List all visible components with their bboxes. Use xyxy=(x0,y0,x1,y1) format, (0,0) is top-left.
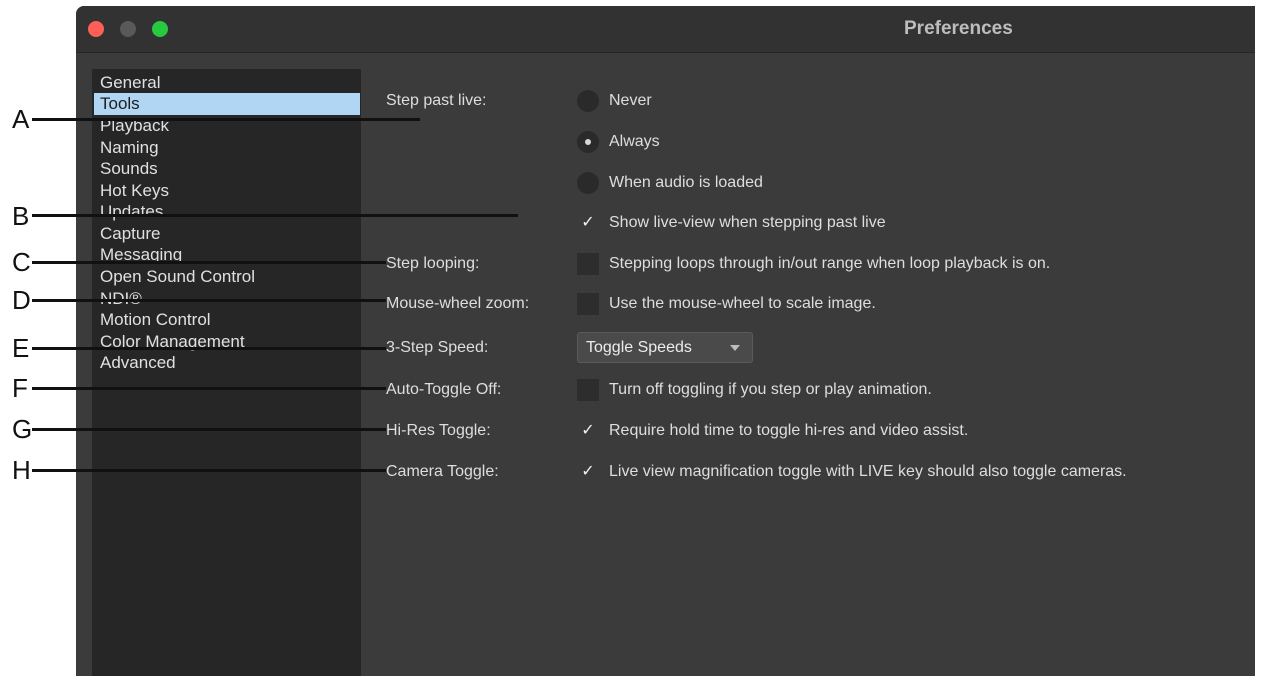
radio-always[interactable] xyxy=(577,131,599,153)
camera-toggle-label: Camera Toggle: xyxy=(386,463,499,480)
auto-toggle-off-label: Auto-Toggle Off: xyxy=(386,381,502,398)
sidebar-item-advanced[interactable]: Advanced xyxy=(94,352,360,374)
checkmark-icon: ✓ xyxy=(581,214,595,231)
preferences-window: Preferences General Tools Playback Namin… xyxy=(76,6,1255,676)
show-live-view-label: Show live-view when stepping past live xyxy=(609,214,886,231)
callout-line-a xyxy=(32,118,420,121)
callout-line-c xyxy=(32,261,386,264)
radio-always-label: Always xyxy=(609,133,660,150)
three-step-speed-value: Toggle Speeds xyxy=(586,339,692,356)
three-step-speed-label: 3-Step Speed: xyxy=(386,339,489,356)
callout-line-g xyxy=(32,428,386,431)
auto-toggle-off-text: Turn off toggling if you step or play an… xyxy=(609,381,932,398)
radio-selected-dot xyxy=(585,139,591,145)
mouse-wheel-zoom-label: Mouse-wheel zoom: xyxy=(386,295,530,312)
callout-label-c: C xyxy=(12,247,31,277)
checkmark-icon: ✓ xyxy=(581,422,595,439)
preferences-sidebar: General Tools Playback Naming Sounds Hot… xyxy=(92,69,361,676)
callout-label-h: H xyxy=(12,455,31,485)
sidebar-item-sounds[interactable]: Sounds xyxy=(94,158,360,180)
callout-line-h xyxy=(32,469,386,472)
checkmark-icon: ✓ xyxy=(581,463,595,480)
radio-when-audio-loaded[interactable] xyxy=(577,172,599,194)
auto-toggle-off-checkbox[interactable] xyxy=(577,379,599,401)
mouse-wheel-zoom-checkbox[interactable] xyxy=(577,293,599,315)
sidebar-item-hot-keys[interactable]: Hot Keys xyxy=(94,180,360,202)
callout-line-b xyxy=(32,214,518,217)
three-step-speed-dropdown[interactable]: Toggle Speeds xyxy=(577,332,753,363)
callout-label-d: D xyxy=(12,285,31,315)
chevron-down-icon xyxy=(730,345,740,351)
callout-line-e xyxy=(32,347,386,350)
show-live-view-checkbox[interactable]: ✓ xyxy=(577,212,599,234)
callout-label-f: F xyxy=(12,373,28,403)
title-bar[interactable]: Preferences xyxy=(76,6,1255,53)
radio-when-audio-loaded-label: When audio is loaded xyxy=(609,174,763,191)
step-looping-text: Stepping loops through in/out range when… xyxy=(609,255,1051,272)
hi-res-toggle-checkbox[interactable]: ✓ xyxy=(577,420,599,442)
step-looping-checkbox[interactable] xyxy=(577,253,599,275)
sidebar-item-tools[interactable]: Tools xyxy=(94,93,360,115)
hi-res-toggle-label: Hi-Res Toggle: xyxy=(386,422,491,439)
camera-toggle-text: Live view magnification toggle with LIVE… xyxy=(609,463,1127,480)
radio-never-label: Never xyxy=(609,92,652,109)
sidebar-item-updates[interactable]: Updates xyxy=(94,201,360,223)
mouse-wheel-zoom-text: Use the mouse-wheel to scale image. xyxy=(609,295,876,312)
sidebar-item-naming[interactable]: Naming xyxy=(94,137,360,159)
sidebar-item-open-sound-control[interactable]: Open Sound Control xyxy=(94,266,360,288)
sidebar-item-capture[interactable]: Capture xyxy=(94,223,360,245)
callout-label-g: G xyxy=(12,414,33,444)
step-looping-label: Step looping: xyxy=(386,255,480,272)
sidebar-item-motion-control[interactable]: Motion Control xyxy=(94,309,360,331)
callout-label-a: A xyxy=(12,104,30,134)
camera-toggle-checkbox[interactable]: ✓ xyxy=(577,461,599,483)
callout-label-e: E xyxy=(12,333,30,363)
callout-label-b: B xyxy=(12,201,30,231)
callout-line-f xyxy=(32,387,386,390)
sidebar-item-general[interactable]: General xyxy=(94,72,360,94)
window-title: Preferences xyxy=(904,18,1013,39)
hi-res-toggle-text: Require hold time to toggle hi-res and v… xyxy=(609,422,969,439)
radio-never[interactable] xyxy=(577,90,599,112)
step-past-live-label: Step past live: xyxy=(386,92,487,109)
callout-line-d xyxy=(32,299,386,302)
